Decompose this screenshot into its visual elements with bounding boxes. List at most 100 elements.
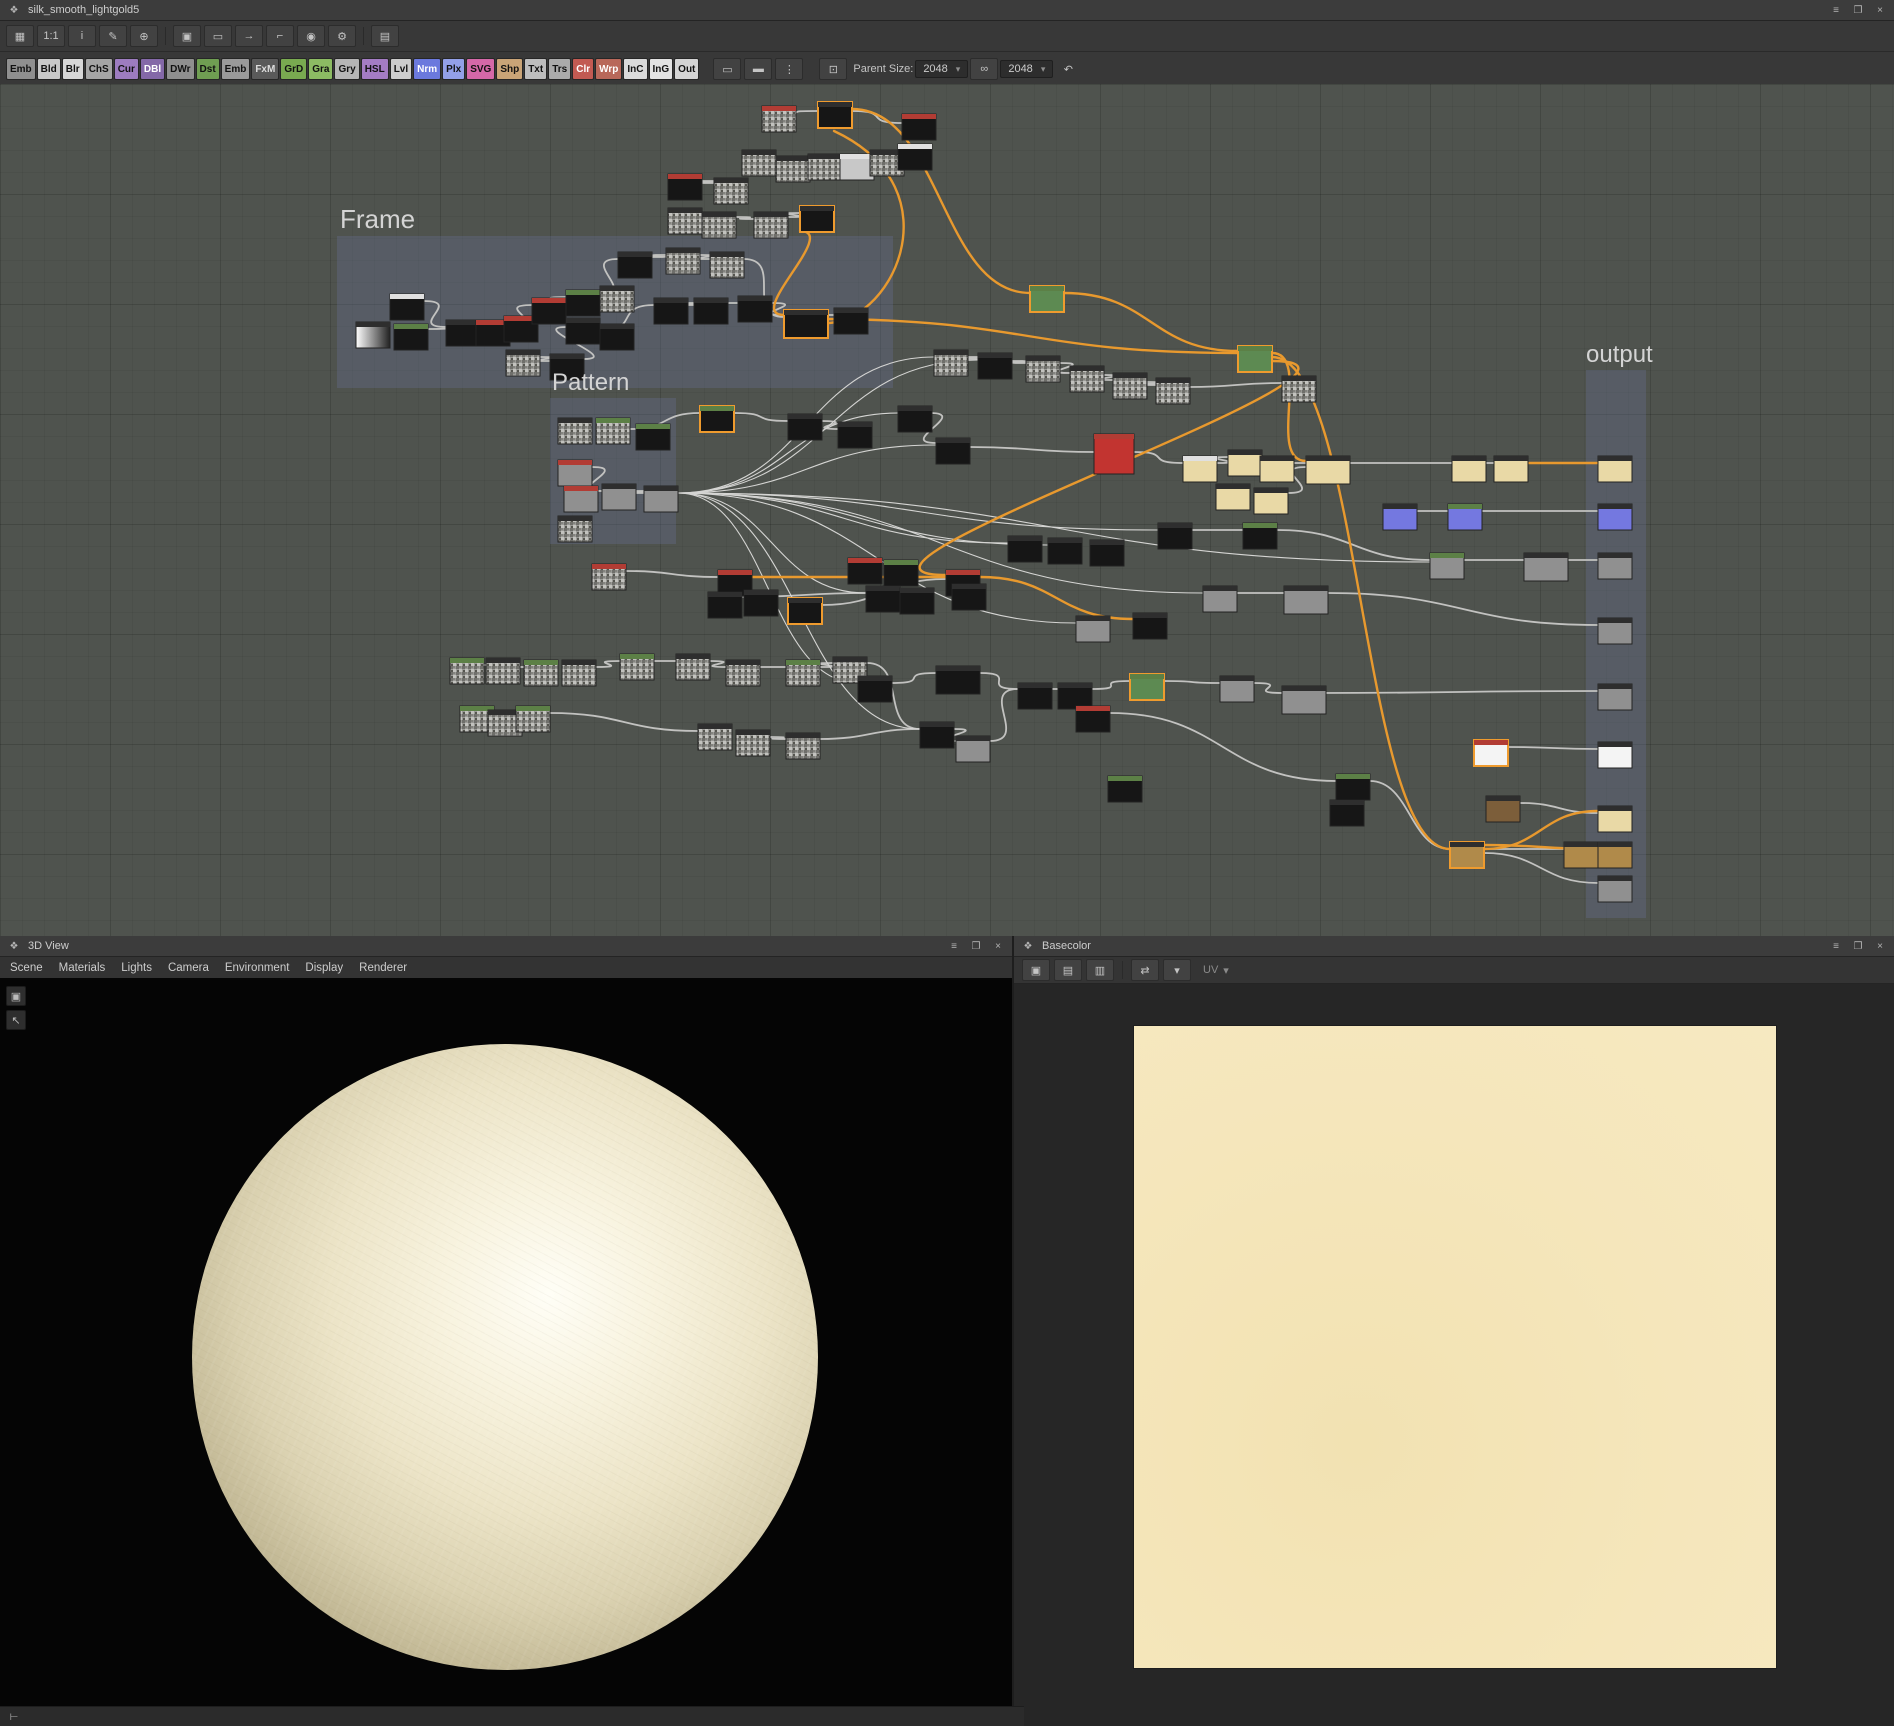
shelf-button-emb[interactable]: Emb [220,58,251,80]
node-wire[interactable] [595,660,621,668]
info-icon[interactable]: i [68,25,96,47]
graph-node[interactable] [1335,773,1371,801]
graph-node[interactable] [515,705,551,733]
shelf-button-bld[interactable]: Bld [36,58,61,80]
node-wire[interactable] [1062,291,1240,353]
zoom-actual-icon[interactable]: 1:1 [37,25,65,47]
graph-node[interactable] [355,321,391,349]
graph-node[interactable] [1202,585,1238,613]
graph-node[interactable] [1429,552,1465,580]
graph-node[interactable] [667,173,703,201]
graph-node[interactable] [837,421,873,449]
graph-node[interactable] [505,349,541,377]
node-wire[interactable] [709,660,727,668]
graph-node[interactable] [1129,673,1165,701]
graph-node[interactable] [1597,455,1633,483]
graph-node[interactable] [951,583,987,611]
graph-node[interactable] [665,247,701,275]
dock-icon[interactable]: ≡ [946,941,962,952]
shelf-button-cur[interactable]: Cur [113,58,139,80]
graph-node[interactable] [807,153,843,181]
node-body[interactable] [1093,433,1135,475]
dock-icon[interactable]: ≡ [1828,941,1844,952]
graph-node[interactable] [1485,795,1521,823]
graph-node[interactable] [833,307,869,335]
graph-node[interactable] [1597,503,1633,531]
shelf-button-nrm[interactable]: Nrm [413,58,442,80]
graph-node[interactable] [653,297,689,325]
graph-node[interactable] [901,113,937,141]
graph-node[interactable] [761,105,797,133]
shelf-button-dst[interactable]: Dst [195,58,220,80]
graph-node[interactable] [897,143,933,171]
graph-node[interactable] [1563,841,1599,869]
graph-node[interactable] [857,675,893,703]
graph-node[interactable] [1493,455,1529,483]
graph-node[interactable] [897,405,933,433]
shelf-button-dbl[interactable]: DBl [139,58,166,80]
graph-node[interactable] [565,289,601,317]
node-wire[interactable] [733,412,789,422]
graph-node[interactable] [1523,552,1569,582]
menu-camera[interactable]: Camera [168,962,209,974]
node-wire[interactable] [851,110,903,124]
shelf-button-emb[interactable]: Emb [6,58,36,80]
graph-node[interactable] [933,349,969,377]
graph-node[interactable] [737,295,773,323]
graph-node[interactable] [601,483,637,511]
graph-node[interactable] [617,251,653,279]
menu-display[interactable]: Display [305,962,343,974]
node-wire[interactable] [700,180,716,184]
select-cursor-icon[interactable]: ↖ [6,1010,26,1030]
shelf-button-chs[interactable]: ChS [84,58,113,80]
graph-node[interactable] [1597,617,1633,645]
graph-node[interactable] [1182,455,1218,483]
graph-node[interactable] [787,413,823,441]
graph-node[interactable] [1259,455,1295,483]
menu-renderer[interactable]: Renderer [359,962,407,974]
shelf-button-shp[interactable]: Shp [496,58,524,80]
graph-node[interactable] [839,153,875,181]
graph-node[interactable] [1025,355,1061,383]
graph-node[interactable] [1597,552,1633,580]
graph-node[interactable] [1253,487,1289,515]
shelf-button-grd[interactable]: GrD [280,58,308,80]
graph-node[interactable] [1329,799,1365,827]
graph-node[interactable] [1069,365,1105,393]
graph-node[interactable] [675,653,711,681]
graph-node[interactable] [667,207,703,235]
node-wire[interactable] [1270,351,1308,463]
graph-node[interactable] [935,665,981,695]
link-creation-icon[interactable]: → [235,25,263,47]
parent-size-dropdown[interactable]: 2048 ▾ [915,60,969,78]
graph-node[interactable] [393,323,429,351]
more-options-icon[interactable]: ⋮ [775,58,804,80]
node-wire[interactable] [735,216,755,220]
graph-node[interactable] [919,721,955,749]
graph-node[interactable] [935,437,971,465]
node-wire[interactable] [1369,780,1451,850]
graph-node[interactable] [785,732,821,760]
graph-node[interactable] [1219,675,1255,703]
graph-node[interactable] [785,659,821,687]
menu-lights[interactable]: Lights [121,962,152,974]
undo-icon[interactable]: ↶ [1055,59,1081,79]
float-icon[interactable]: ❐ [968,941,984,952]
connector-icon[interactable]: ⌐ [266,25,294,47]
graph-node[interactable] [565,317,601,345]
shelf-button-out[interactable]: Out [674,58,700,80]
settings-gear-icon[interactable]: ⚙ [328,25,356,47]
graph-node[interactable] [1597,841,1633,869]
graph-node[interactable] [1215,483,1251,511]
frame-selection-icon[interactable]: ▭ [204,25,232,47]
node-wire[interactable] [1109,712,1337,782]
shelf-button-hsl[interactable]: HSL [360,58,389,80]
graph-node[interactable] [449,657,485,685]
node-wire[interactable] [1189,382,1283,388]
shelf-button-clr[interactable]: Clr [572,58,595,80]
color-picker-icon[interactable]: ◉ [297,25,325,47]
shelf-button-blr[interactable]: Blr [61,58,84,80]
menu-scene[interactable]: Scene [10,962,43,974]
geometry-icon[interactable]: ▣ [6,986,26,1006]
float-icon[interactable]: ❐ [1850,5,1866,16]
